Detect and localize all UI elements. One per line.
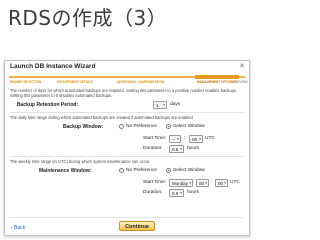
maint-no-preference-radio[interactable]	[119, 168, 124, 173]
backup-utc-label: UTC	[205, 136, 215, 141]
maint-select-window-label: Select Window	[173, 168, 205, 173]
backup-no-preference-label: No Preference	[126, 124, 157, 129]
wizard-steps: ENGINE SELECTION DB INSTANCE DETAILS ADD…	[9, 74, 248, 86]
time-separator: :	[184, 136, 186, 141]
maint-no-preference-label: No Preference	[126, 168, 157, 173]
time-separator: :	[211, 180, 213, 185]
backup-start-minute-select[interactable]: 00 ▾	[189, 135, 203, 143]
maint-utc-label: UTC	[230, 180, 240, 185]
step-management-options[interactable]: MANAGEMENT OPTIONS	[197, 80, 235, 84]
backup-hours-label: hours	[187, 146, 199, 151]
backup-window-label: Backup Window:	[63, 124, 104, 130]
retention-select[interactable]: 1 ▾	[153, 101, 167, 109]
divider	[10, 217, 244, 218]
slide-title: RDSの作成（3）	[8, 6, 168, 30]
maint-duration-select[interactable]: 0.5 ▾	[169, 189, 184, 197]
backup-select-window-label: Select Window	[173, 124, 205, 129]
backup-duration-select[interactable]: 0.5 ▾	[169, 145, 184, 153]
divider	[10, 112, 244, 113]
maint-start-time-label: Start Time:	[143, 180, 167, 185]
step-engine-selection[interactable]: ENGINE SELECTION	[10, 80, 41, 84]
backup-no-preference-radio[interactable]	[119, 124, 124, 129]
maintenance-window-label: Maintenance Window:	[39, 168, 92, 174]
maint-start-hour-select[interactable]: 00 ▾	[196, 179, 209, 187]
backup-select-window-radio[interactable]	[166, 124, 171, 129]
back-link[interactable]: ‹ Back	[11, 225, 25, 231]
continue-button[interactable]: Continue	[119, 221, 155, 231]
maint-start-minute-select[interactable]: 00 ▾	[215, 179, 228, 187]
maint-hours-label: hours	[187, 190, 199, 195]
step-additional-configuration[interactable]: ADDITIONAL CONFIGURATION	[117, 80, 164, 84]
step-db-instance-details[interactable]: DB INSTANCE DETAILS	[57, 80, 93, 84]
active-step-bar	[195, 75, 239, 79]
wizard-title: Launch DB Instance Wizard	[10, 63, 96, 70]
backup-start-time-label: Start Time:	[143, 136, 167, 141]
step-review: REVIEW	[235, 80, 248, 84]
retention-unit: days	[170, 102, 181, 107]
backup-start-hour-select[interactable]: -- ▾	[169, 135, 181, 143]
daily-range-description: The daily time range during which automa…	[10, 115, 193, 120]
close-icon[interactable]: ✕	[239, 62, 245, 70]
weekly-range-description: The weekly time range (in UTC) during wh…	[10, 159, 151, 164]
launch-db-wizard: Launch DB Instance Wizard ✕ ENGINE SELEC…	[4, 60, 250, 236]
divider	[10, 156, 244, 157]
backup-duration-label: Duration:	[143, 146, 163, 151]
retention-label: Backup Retention Period:	[17, 102, 79, 108]
backup-description: The number of days for which automated b…	[10, 88, 238, 98]
maint-day-select[interactable]: Monday ▾	[169, 179, 193, 187]
maint-select-window-radio[interactable]	[166, 168, 171, 173]
maint-duration-label: Duration:	[143, 190, 163, 195]
chevron-down-icon: ▾	[163, 103, 165, 107]
